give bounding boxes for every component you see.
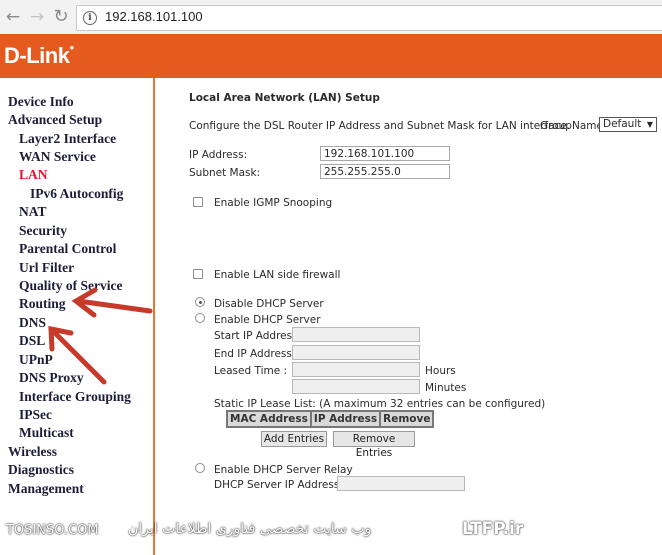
watermark-left: TOSINSO.COM — [6, 523, 99, 538]
annotation-arrows — [48, 287, 153, 385]
watermark: TOSINSO.COM وب سایت تخصصی فناوری اطلاعات… — [0, 517, 662, 547]
arrow-to-dns-icon — [48, 325, 107, 385]
watermark-right: LTFP.ir — [462, 519, 524, 539]
watermark-persian: وب سایت تخصصی فناوری اطلاعات ایران — [128, 521, 372, 537]
arrow-to-routing-icon — [71, 287, 153, 318]
